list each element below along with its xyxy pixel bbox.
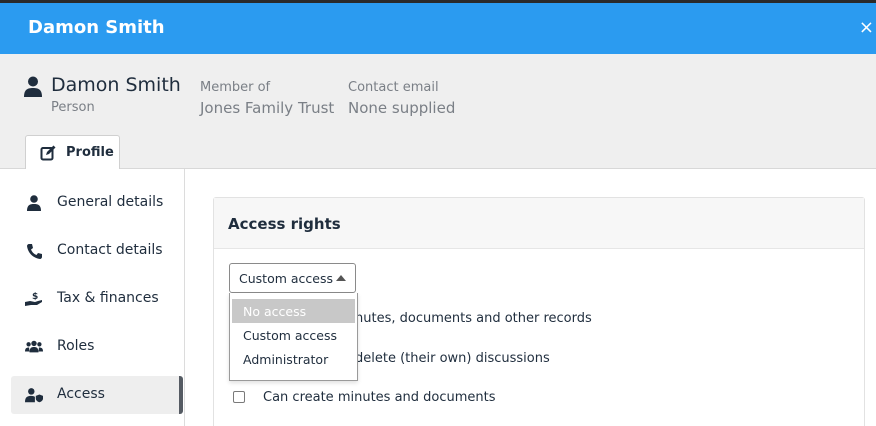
sidebar-item-access[interactable]: Access — [11, 376, 183, 414]
sidebar-item-tax-finances[interactable]: $ Tax & finances — [11, 280, 183, 318]
caret-up-icon — [336, 275, 346, 281]
phone-icon — [27, 244, 42, 259]
member-of-value: Jones Family Trust — [200, 99, 335, 117]
access-level-dropdown: No access Custom access Administrator — [229, 293, 358, 381]
access-level-select[interactable]: Custom access — [229, 263, 356, 293]
person-icon — [24, 76, 42, 97]
sidebar-item-general-details[interactable]: General details — [11, 184, 183, 222]
sidebar-item-contact-details[interactable]: Contact details — [11, 232, 183, 270]
sidebar-item-label: Contact details — [57, 242, 163, 258]
person-name: Damon Smith — [51, 74, 181, 96]
sidebar-item-label: Roles — [57, 338, 95, 354]
card-title: Access rights — [228, 215, 341, 233]
member-of-label: Member of — [200, 80, 271, 95]
option-custom-access[interactable]: Custom access — [232, 323, 355, 347]
sidebar: General details Contact details $ Tax & … — [0, 169, 185, 426]
close-icon[interactable]: × — [859, 17, 874, 38]
profile-header: Damon Smith Person Member of Jones Famil… — [0, 54, 876, 170]
sidebar-item-label: Access — [57, 386, 105, 402]
dialog-title: Damon Smith — [28, 17, 165, 38]
contact-email-label: Contact email — [348, 80, 439, 95]
option-administrator[interactable]: Administrator — [232, 347, 355, 371]
person-type: Person — [51, 100, 95, 115]
person-icon — [27, 195, 41, 211]
dialog-titlebar: Damon Smith × — [0, 0, 876, 54]
create-minutes-checkbox[interactable] — [233, 391, 245, 403]
contact-email-value: None supplied — [348, 99, 456, 117]
user-lock-icon — [25, 388, 43, 403]
tab-profile[interactable]: Profile — [25, 135, 120, 170]
users-icon — [25, 340, 43, 353]
permission-label: Can create minutes and documents — [263, 390, 496, 405]
select-value: Custom access — [239, 271, 333, 286]
hand-dollar-icon: $ — [25, 292, 42, 306]
svg-text:$: $ — [32, 292, 38, 302]
card-header: Access rights — [214, 198, 864, 249]
sidebar-item-label: General details — [57, 194, 164, 210]
tab-profile-label: Profile — [66, 145, 114, 160]
sidebar-item-roles[interactable]: Roles — [11, 328, 183, 366]
option-no-access: No access — [232, 299, 355, 323]
permission-text: nutes, documents and other records — [355, 311, 592, 326]
sidebar-item-label: Tax & finances — [57, 290, 159, 306]
edit-icon — [40, 145, 56, 161]
permission-text: delete (their own) discussions — [355, 351, 550, 366]
